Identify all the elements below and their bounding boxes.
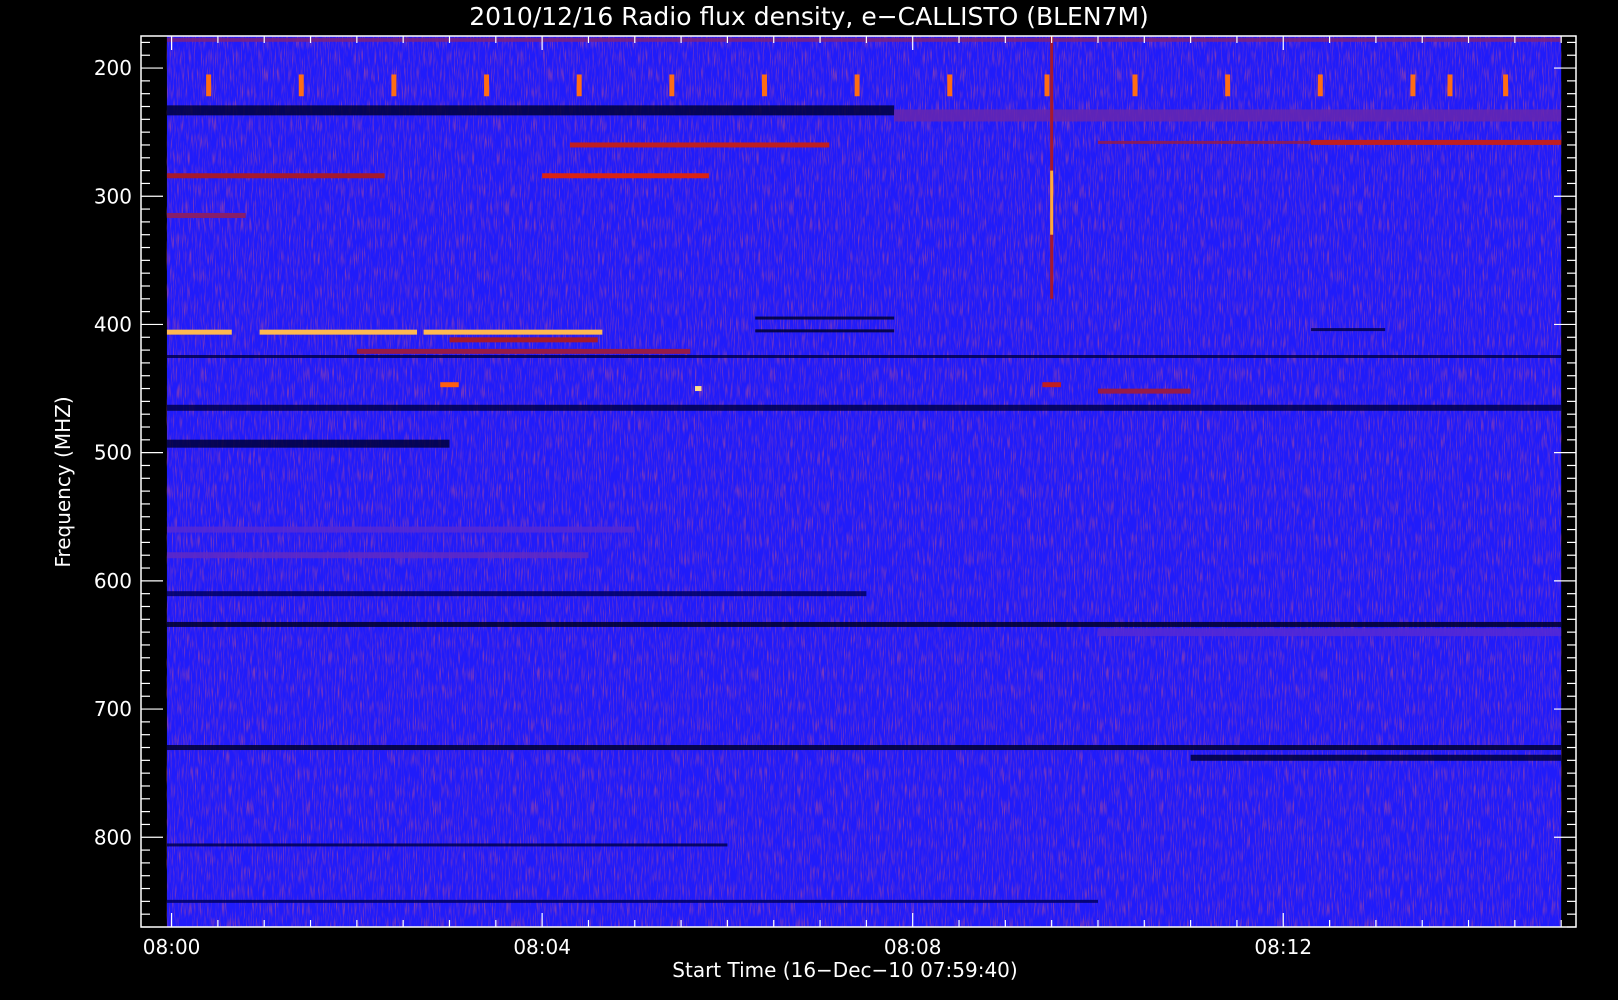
- periodic-burst: [854, 74, 860, 97]
- emission-segment: [1097, 388, 1191, 394]
- emission-segment: [449, 337, 598, 343]
- vertical-burst: [1050, 36, 1054, 299]
- spectrogram-figure: 2010/12/16 Radio flux density, e−CALLIST…: [0, 0, 1618, 1000]
- y-tick-label: 300: [94, 184, 132, 208]
- chart-title: 2010/12/16 Radio flux density, e−CALLIST…: [469, 2, 1149, 31]
- periodic-burst: [669, 74, 675, 97]
- frequency-band: [894, 109, 1562, 122]
- emission-segment: [423, 329, 603, 335]
- emission-segment: [166, 329, 232, 335]
- emission-segment: [440, 382, 459, 388]
- x-tick-label: 08:08: [884, 935, 942, 959]
- x-tick-label: 08:12: [1254, 935, 1312, 959]
- frequency-band: [166, 899, 1098, 903]
- frequency-band: [1097, 628, 1562, 637]
- y-tick-label: 200: [94, 56, 132, 80]
- emission-segment: [166, 212, 246, 218]
- emission-segment: [694, 386, 702, 392]
- frequency-band: [166, 843, 728, 847]
- frequency-band: [166, 105, 895, 116]
- frequency-band: [755, 316, 895, 320]
- frequency-band: [755, 329, 895, 333]
- emission-segment: [259, 329, 418, 335]
- emission-segment: [1311, 139, 1562, 145]
- frequency-band: [166, 621, 1562, 627]
- periodic-burst: [298, 74, 304, 97]
- y-axis-label: Frequency (MHZ): [51, 396, 75, 567]
- y-tick-label: 400: [94, 312, 132, 336]
- frequency-band: [1311, 328, 1386, 332]
- emission-segment: [569, 142, 830, 148]
- periodic-burst: [761, 74, 767, 97]
- periodic-burst: [1503, 74, 1509, 97]
- periodic-burst: [1044, 74, 1050, 97]
- emission-segment: [542, 173, 709, 179]
- periodic-burst: [1410, 74, 1416, 97]
- periodic-burst: [576, 74, 582, 97]
- frequency-band: [166, 355, 1562, 359]
- emission-segment: [356, 348, 691, 354]
- periodic-burst: [1225, 74, 1231, 97]
- y-tick-label: 800: [94, 825, 132, 849]
- y-tick-label: 700: [94, 697, 132, 721]
- frequency-band: [166, 526, 635, 533]
- frequency-band: [1190, 754, 1562, 761]
- emission-segment: [166, 173, 385, 179]
- periodic-burst: [1317, 74, 1323, 97]
- x-tick-label: 08:00: [143, 935, 201, 959]
- emission-segment: [1042, 382, 1061, 388]
- x-tick-label: 08:04: [513, 935, 571, 959]
- periodic-burst: [391, 74, 397, 97]
- frequency-band: [166, 404, 1562, 411]
- frequency-band: [166, 745, 1562, 751]
- frequency-band: [166, 439, 450, 448]
- spectrogram-noise: [166, 36, 1562, 927]
- periodic-burst: [1447, 74, 1453, 97]
- frequency-band: [166, 591, 867, 597]
- periodic-burst: [484, 74, 490, 97]
- periodic-burst: [206, 74, 212, 97]
- x-axis-label: Start Time (16−Dec−10 07:59:40): [672, 958, 1017, 982]
- spectrogram-data: [166, 36, 1562, 927]
- periodic-burst: [1132, 74, 1138, 97]
- vertical-burst-peak: [1050, 170, 1054, 235]
- periodic-burst: [947, 74, 953, 97]
- y-tick-label: 500: [94, 441, 132, 465]
- frequency-band: [166, 552, 589, 559]
- y-tick-label: 600: [94, 569, 132, 593]
- frequency-band: [166, 37, 1562, 42]
